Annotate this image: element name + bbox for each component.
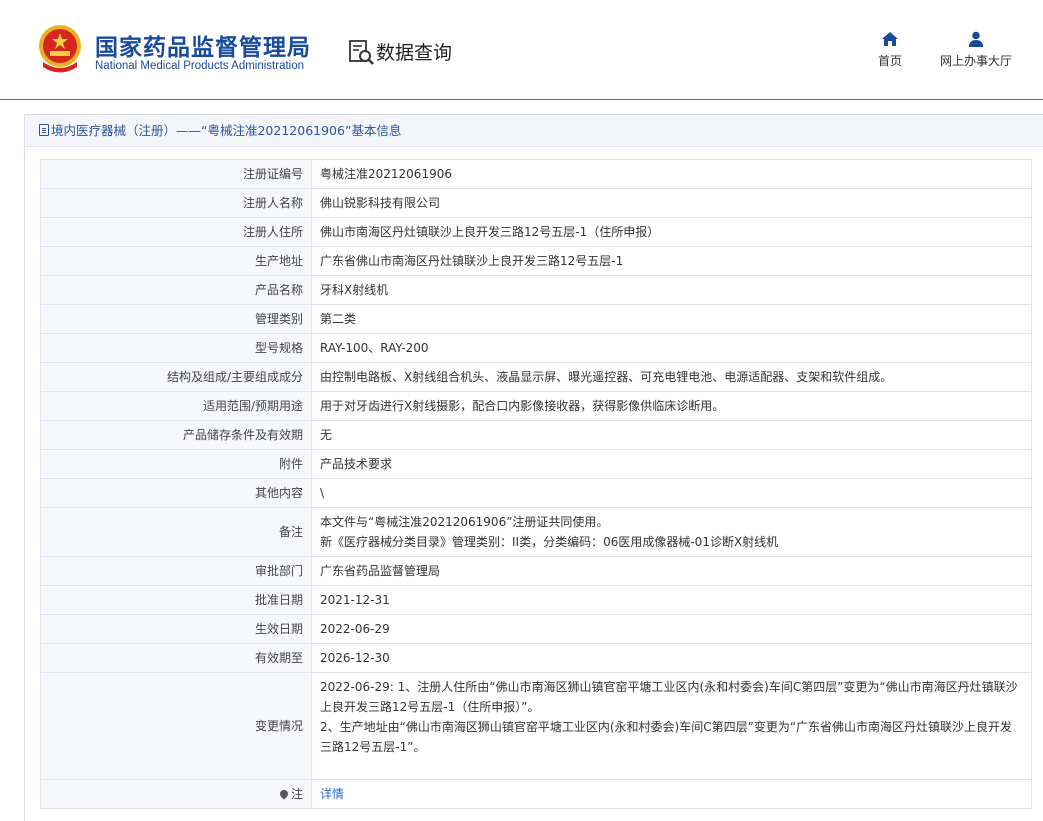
table-row: 附件 产品技术要求 [40, 449, 1032, 479]
page-title: 数据查询 [376, 42, 453, 64]
pin-icon [278, 788, 290, 800]
row-label: 有效期至 [40, 643, 312, 673]
table-row: 适用范围/预期用途 用于对牙齿进行X射线摄影，配合口内影像接收器，获得影像供临床诊… [40, 391, 1032, 421]
row-label: 注册证编号 [40, 159, 312, 189]
nav-online-hall-label: 网上办事大厅 [939, 54, 1012, 68]
row-value-note: 本文件与“粤械注准20212061906”注册证共同使用。 新《医疗器械分类目录… [311, 507, 1032, 557]
row-value: 用于对牙齿进行X射线摄影，配合口内影像接收器，获得影像供临床诊断用。 [311, 391, 1032, 421]
row-label: 其他内容 [40, 478, 312, 508]
table-row: 生产地址 广东省佛山市南海区丹灶镇联沙上良开发三路12号五层-1 [40, 246, 1032, 276]
table-row-note: 备注 本文件与“粤械注准20212061906”注册证共同使用。 新《医疗器械分… [40, 507, 1032, 557]
row-label: 注册人住所 [40, 217, 312, 247]
org-name-cn: 国家药品监督管理局 [95, 35, 311, 61]
table-row-footnote: 注 详情 [40, 779, 1032, 809]
row-label: 产品名称 [40, 275, 312, 305]
row-label: 备注 [40, 507, 312, 557]
details-link[interactable]: 详情 [320, 787, 344, 801]
row-value: 广东省药品监督管理局 [311, 556, 1032, 586]
footnote-value: 详情 [311, 779, 1032, 809]
table-row: 型号规格 RAY-100、RAY-200 [40, 333, 1032, 363]
table-row: 审批部门 广东省药品监督管理局 [40, 556, 1032, 586]
table-row: 注册人名称 佛山锐影科技有限公司 [40, 188, 1032, 218]
row-label: 变更情况 [40, 672, 312, 780]
home-icon [882, 32, 898, 46]
org-name-en: National Medical Products Administration [95, 60, 305, 72]
row-value: 粤械注准20212061906 [311, 159, 1032, 189]
row-value: 佛山市南海区丹灶镇联沙上良开发三路12号五层-1（住所申报） [311, 217, 1032, 247]
row-value: 广东省佛山市南海区丹灶镇联沙上良开发三路12号五层-1 [311, 246, 1032, 276]
row-value: RAY-100、RAY-200 [311, 333, 1032, 363]
row-label: 适用范围/预期用途 [40, 391, 312, 421]
row-value: \ [311, 478, 1032, 508]
row-label: 审批部门 [40, 556, 312, 586]
row-value: 由控制电路板、X射线组合机头、液晶显示屏、曝光遥控器、可充电锂电池、电源适配器、… [311, 362, 1032, 392]
emblem-icon [39, 25, 81, 73]
row-label: 生产地址 [40, 246, 312, 276]
content-panel: 境内医疗器械（注册）——“粤械注准20212061906”基本信息 注册证编号粤… [24, 114, 1043, 821]
row-value: 2022-06-29 [311, 614, 1032, 644]
breadcrumb-text: 境内医疗器械（注册）——“粤械注准20212061906”基本信息 [51, 123, 402, 138]
table-row: 有效期至 2026-12-30 [40, 643, 1032, 673]
table-row: 其他内容 \ [40, 478, 1032, 508]
row-value: 佛山锐影科技有限公司 [311, 188, 1032, 218]
table-row: 产品名称 牙科X射线机 [40, 275, 1032, 305]
row-label: 注册人名称 [40, 188, 312, 218]
table-row: 结构及组成/主要组成成分 由控制电路板、X射线组合机头、液晶显示屏、曝光遥控器、可… [40, 362, 1032, 392]
nav-online-hall-link[interactable]: 网上办事大厅 [936, 31, 1016, 69]
registration-info-table: 注册证编号 粤械注准20212061906 注册人名称 佛山锐影科技有限公司 注册人… [40, 159, 1032, 809]
table-row: 注册证编号 粤械注准20212061906 [40, 159, 1032, 189]
search-doc-icon [349, 40, 374, 65]
row-value-change: 2022-06-29: 1、注册人住所由“佛山市南海区狮山镇官窑平塘工业区内(永… [311, 672, 1032, 780]
row-value: 无 [311, 420, 1032, 450]
doc-icon [39, 124, 49, 136]
row-label: 结构及组成/主要组成成分 [40, 362, 312, 392]
note-line: 本文件与“粤械注准20212061906”注册证共同使用。 [320, 515, 609, 529]
row-value: 第二类 [311, 304, 1032, 334]
change-line: 2、生产地址由“佛山市南海区狮山镇官窑平塘工业区内(永和村委会)车间C第四层”变… [320, 720, 1013, 754]
row-value: 产品技术要求 [311, 449, 1032, 479]
nav-home-label: 首页 [877, 54, 902, 68]
row-value: 牙科X射线机 [311, 275, 1032, 305]
row-label: 附件 [40, 449, 312, 479]
row-label: 批准日期 [40, 585, 312, 615]
site-header: 国家药品监督管理局 National Medical Products Admi… [0, 0, 1043, 100]
table-row: 注册人住所 佛山市南海区丹灶镇联沙上良开发三路12号五层-1（住所申报） [40, 217, 1032, 247]
footnote-label-text: 注 [290, 787, 303, 801]
table-row-change: 变更情况 2022-06-29: 1、注册人住所由“佛山市南海区狮山镇官窑平塘工… [40, 672, 1032, 780]
table-row: 管理类别 第二类 [40, 304, 1032, 334]
table-row: 生效日期 2022-06-29 [40, 614, 1032, 644]
row-value: 2026-12-30 [311, 643, 1032, 673]
table-row: 批准日期 2021-12-31 [40, 585, 1032, 615]
row-label: 型号规格 [40, 333, 312, 363]
change-line: 2022-06-29: 1、注册人住所由“佛山市南海区狮山镇官窑平塘工业区内(永… [320, 680, 1018, 714]
row-value: 2021-12-31 [311, 585, 1032, 615]
breadcrumb: 境内医疗器械（注册）——“粤械注准20212061906”基本信息 [25, 115, 1043, 147]
row-label: 生效日期 [40, 614, 312, 644]
user-icon [969, 31, 983, 47]
row-label: 管理类别 [40, 304, 312, 334]
footnote-label: 注 [40, 779, 312, 809]
nav-home-link[interactable]: 首页 [872, 31, 908, 69]
row-label: 产品储存条件及有效期 [40, 420, 312, 450]
table-row: 产品储存条件及有效期无 [40, 420, 1032, 450]
note-line: 新《医疗器械分类目录》管理类别：II类，分类编码：06医用成像器械-01诊断X射… [320, 535, 779, 549]
